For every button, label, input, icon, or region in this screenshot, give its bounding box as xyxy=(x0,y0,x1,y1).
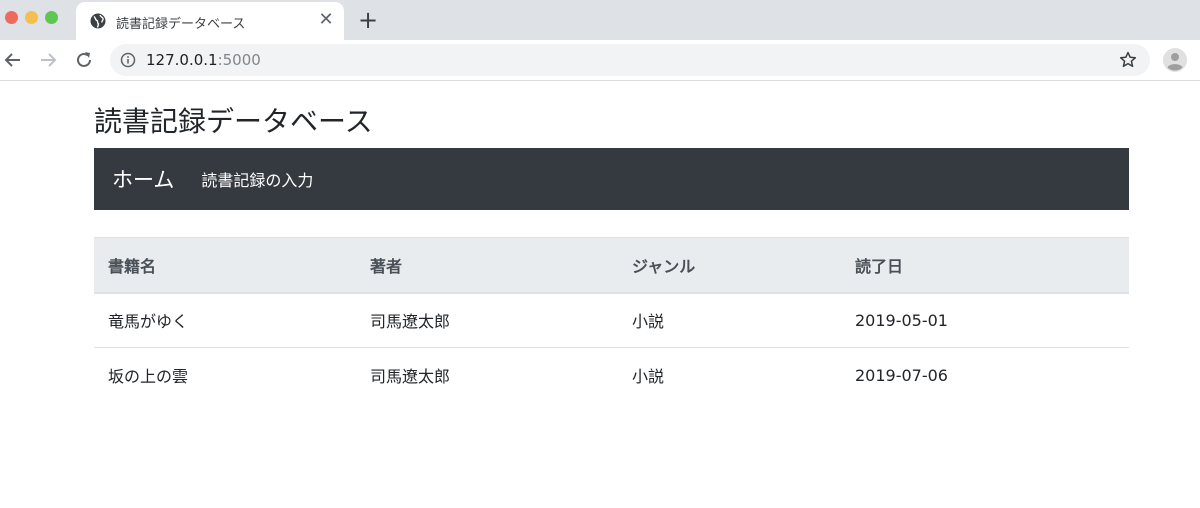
window-zoom-button[interactable] xyxy=(45,11,58,24)
address-bar[interactable]: 127.0.0.1:5000 xyxy=(110,44,1150,76)
navbar-input-link[interactable]: 読書記録の入力 xyxy=(201,167,313,191)
page-title: 読書記録データベース xyxy=(94,105,373,138)
url-port: :5000 xyxy=(217,51,261,69)
header-genre: ジャンル xyxy=(618,237,841,294)
table-row: 坂の上の雲 司馬遼太郎 小説 2019-07-06 xyxy=(94,348,1129,403)
back-arrow-icon[interactable] xyxy=(2,49,24,71)
browser-tab-bar: 読書記録データベース ✕ + xyxy=(0,0,1200,40)
tab-close-icon[interactable]: ✕ xyxy=(316,10,336,30)
navbar-home-link[interactable]: ホーム xyxy=(112,164,174,194)
reading-records-table: 書籍名 著者 ジャンル 読了日 竜馬がゆく 司馬遼太郎 小説 2019-05-0… xyxy=(94,237,1129,403)
new-tab-button[interactable]: + xyxy=(356,8,380,32)
browser-toolbar: 127.0.0.1:5000 xyxy=(0,40,1200,81)
profile-avatar-icon[interactable] xyxy=(1163,48,1187,72)
header-finished-date: 読了日 xyxy=(841,237,1129,294)
header-author: 著者 xyxy=(356,237,618,294)
cell-title: 竜馬がゆく xyxy=(94,292,356,348)
page-content: 読書記録データベース ホーム 読書記録の入力 書籍名 著者 ジャンル 読了日 竜… xyxy=(94,82,1129,403)
browser-tab[interactable]: 読書記録データベース ✕ xyxy=(76,2,344,40)
bookmark-star-icon[interactable] xyxy=(1118,50,1138,70)
cell-title: 坂の上の雲 xyxy=(108,367,189,387)
reload-icon[interactable] xyxy=(73,49,95,71)
cell-genre: 小説 xyxy=(618,292,841,348)
cell-author: 司馬遼太郎 xyxy=(370,367,451,387)
globe-icon xyxy=(90,13,106,29)
table-row: 竜馬がゆく 司馬遼太郎 小説 2019-05-01 xyxy=(94,292,1129,348)
table-header-row: 書籍名 著者 ジャンル 読了日 xyxy=(94,237,1129,294)
cell-finished-date: 2019-07-06 xyxy=(855,365,948,385)
cell-author: 司馬遼太郎 xyxy=(356,292,618,348)
url-text[interactable]: 127.0.0.1:5000 xyxy=(146,51,261,69)
tab-title: 読書記録データベース xyxy=(116,17,246,32)
forward-arrow-icon[interactable] xyxy=(37,49,59,71)
header-title: 書籍名 xyxy=(94,237,356,294)
info-icon[interactable] xyxy=(120,52,136,68)
cell-genre: 小説 xyxy=(632,367,665,387)
cell-finished-date: 2019-05-01 xyxy=(841,292,1129,348)
window-minimize-button[interactable] xyxy=(25,11,38,24)
navbar: ホーム 読書記録の入力 xyxy=(94,148,1129,210)
url-host: 127.0.0.1 xyxy=(146,51,218,69)
window-close-button[interactable] xyxy=(5,11,18,24)
